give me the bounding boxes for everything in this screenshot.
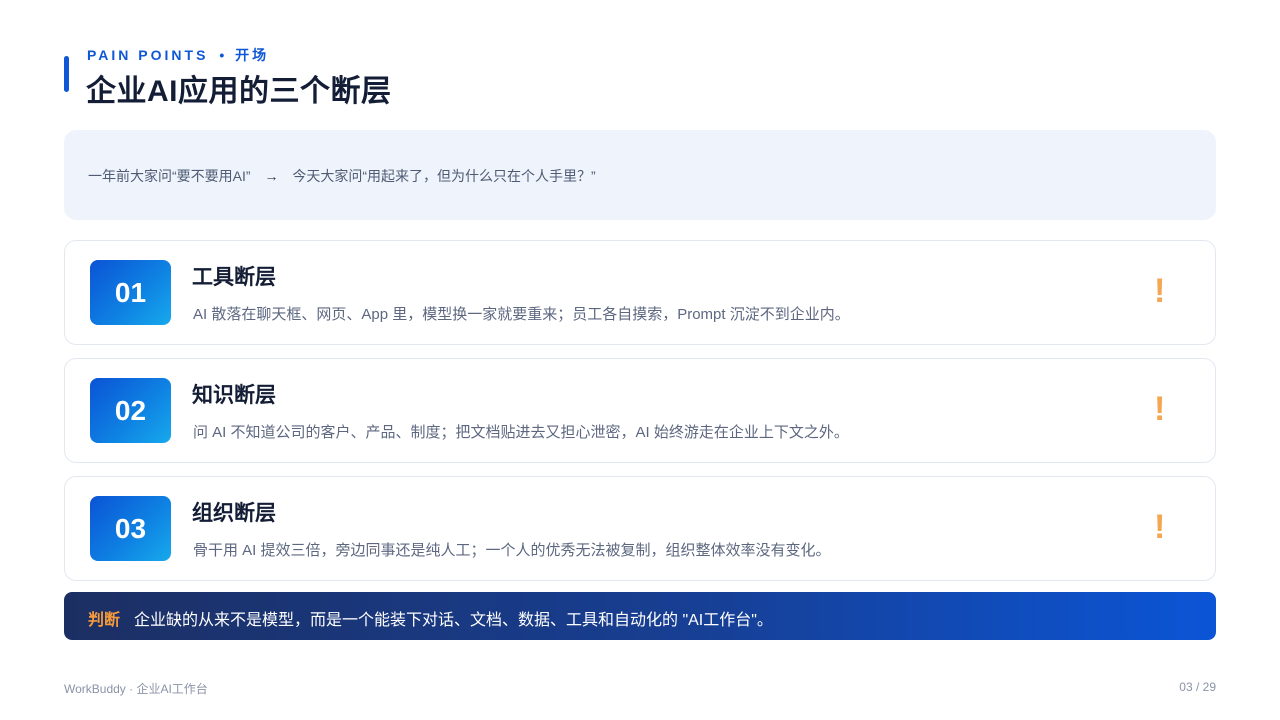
exclamation-icon: ! xyxy=(1154,272,1166,310)
pain-point-card: 01 工具断层 AI 散落在聊天框、网页、App 里，模型换一家就要重来；员工各… xyxy=(64,240,1216,345)
verdict-label: 判断 xyxy=(88,612,121,629)
pain-point-card: 02 知识断层 问 AI 不知道公司的客户、产品、制度；把文档贴进去又担心泄密，… xyxy=(64,358,1216,463)
card-title: 组织断层 xyxy=(192,502,276,525)
quote-text: 一年前大家问“要不要用AI” → 今天大家问“用起来了，但为什么只在个人手里？” xyxy=(88,166,596,186)
verdict-banner: 判断 企业缺的从来不是模型，而是一个能装下对话、文档、数据、工具和自动化的 "A… xyxy=(64,592,1216,640)
card-description: 问 AI 不知道公司的客户、产品、制度；把文档贴进去又担心泄密，AI 始终游走在… xyxy=(193,424,849,441)
quote-before: 一年前大家问“要不要用AI” xyxy=(88,168,251,184)
eyebrow-separator: • xyxy=(219,47,225,63)
exclamation-icon: ! xyxy=(1154,390,1166,428)
card-description: AI 散落在聊天框、网页、App 里，模型换一家就要重来；员工各自摸索，Prom… xyxy=(193,306,850,323)
quote-after: 今天大家问“用起来了，但为什么只在个人手里？” xyxy=(292,168,596,184)
pain-point-card: 03 组织断层 骨干用 AI 提效三倍，旁边同事还是纯人工；一个人的优秀无法被复… xyxy=(64,476,1216,581)
verdict-text: 企业缺的从来不是模型，而是一个能装下对话、文档、数据、工具和自动化的 "AI工作… xyxy=(134,612,773,629)
title-accent-bar xyxy=(64,56,69,92)
card-number-badge: 01 xyxy=(90,260,171,325)
page-title: 企业AI应用的三个断层 xyxy=(86,75,392,108)
quote-box: 一年前大家问“要不要用AI” → 今天大家问“用起来了，但为什么只在个人手里？” xyxy=(64,130,1216,220)
card-title: 知识断层 xyxy=(192,384,276,407)
eyebrow-section: 开场 xyxy=(235,47,270,63)
card-number-badge: 03 xyxy=(90,496,171,561)
card-number-badge: 02 xyxy=(90,378,171,443)
footer-brand: WorkBuddy · 企业AI工作台 xyxy=(64,682,208,696)
section-eyebrow: PAIN POINTS • 开场 xyxy=(87,45,269,65)
card-description: 骨干用 AI 提效三倍，旁边同事还是纯人工；一个人的优秀无法被复制，组织整体效率… xyxy=(193,542,831,559)
eyebrow-label: PAIN POINTS xyxy=(87,47,209,63)
exclamation-icon: ! xyxy=(1154,508,1166,546)
arrow-right-icon: → xyxy=(264,168,279,184)
page-number: 03 / 29 xyxy=(1179,680,1216,694)
card-title: 工具断层 xyxy=(192,266,276,289)
